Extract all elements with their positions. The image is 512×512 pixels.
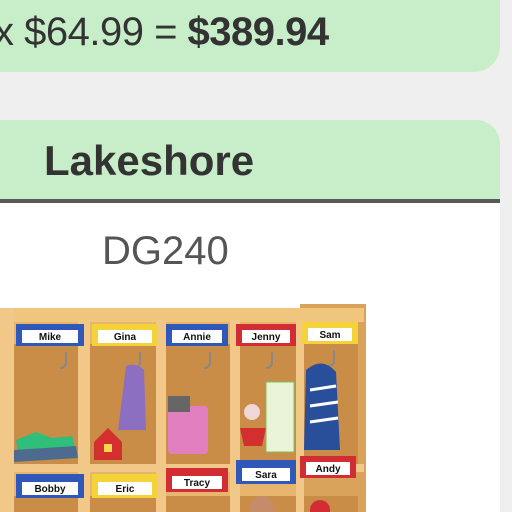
- bin-label-mike: Mike: [39, 332, 62, 343]
- brand-title[interactable]: Lakeshore: [44, 137, 254, 185]
- bin-label-eric: Eric: [116, 484, 135, 495]
- bin-label-gina: Gina: [114, 332, 137, 343]
- unit-price-text: x $64.99 =: [0, 10, 188, 54]
- bin-label-sam: Sam: [319, 330, 340, 341]
- total-price: $389.94: [187, 10, 330, 54]
- bin-label-bobby: Bobby: [34, 484, 66, 495]
- bin-label-sara: Sara: [255, 470, 277, 481]
- bin-label-jenny: Jenny: [252, 332, 281, 343]
- bin-label-tracy: Tracy: [184, 478, 211, 489]
- product-image[interactable]: Mike Gina Annie Jenny Sam Bobby Eric Tra…: [0, 300, 370, 512]
- bin-label-annie: Annie: [183, 332, 211, 343]
- product-sku: DG240: [102, 229, 229, 273]
- price-summary: x $64.99 = $389.94: [0, 10, 329, 55]
- bin-label-andy: Andy: [316, 464, 341, 475]
